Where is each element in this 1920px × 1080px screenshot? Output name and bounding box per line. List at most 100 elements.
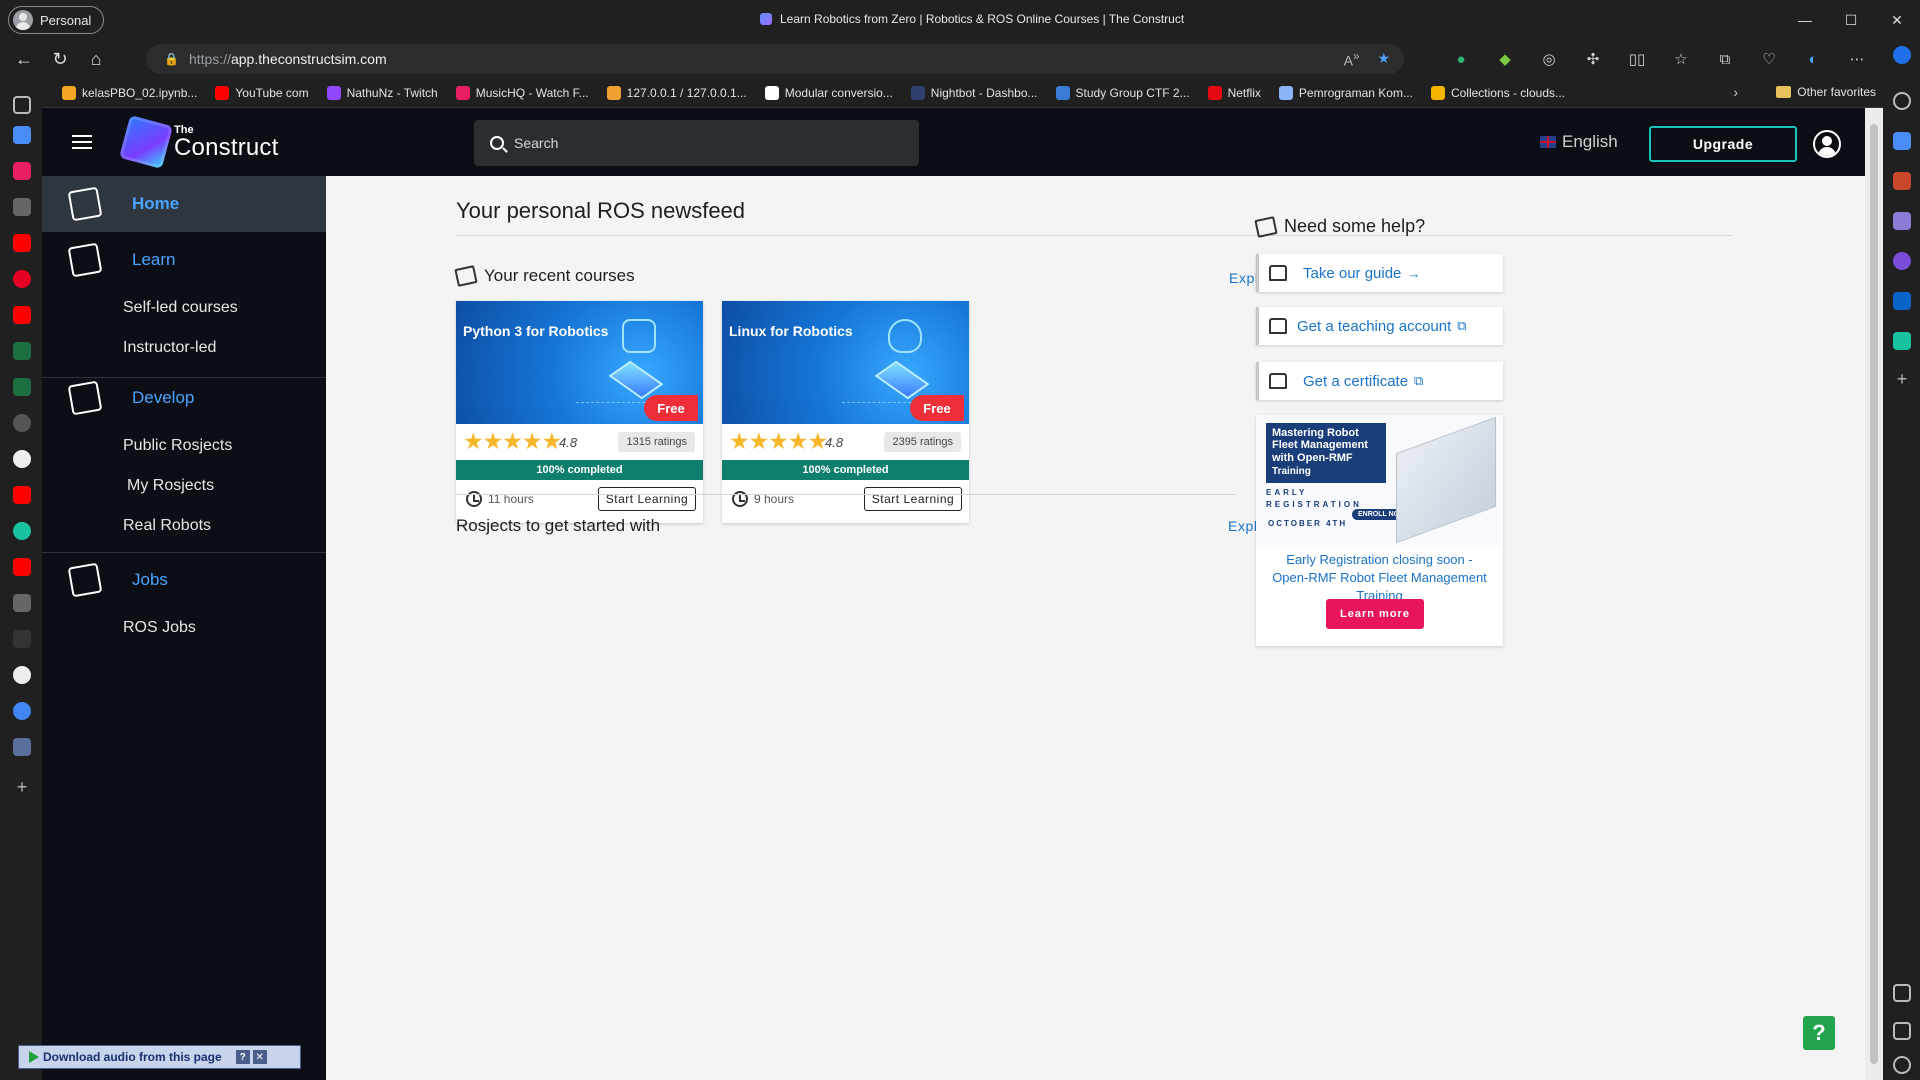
games-icon[interactable] bbox=[1893, 212, 1911, 230]
vertical-tab-pinterest-icon[interactable] bbox=[13, 270, 31, 288]
settings-gear-icon[interactable] bbox=[1893, 1056, 1911, 1074]
certificate-link[interactable]: Get a certificate ⧉ bbox=[1256, 362, 1503, 400]
language-selector[interactable]: English bbox=[1540, 132, 1618, 152]
tab-actions-icon[interactable] bbox=[13, 96, 31, 114]
favorite-link[interactable]: Pemrograman Kom... bbox=[1278, 85, 1413, 100]
home-icon[interactable]: ⌂ bbox=[78, 42, 114, 76]
vertical-tab-google-icon[interactable] bbox=[13, 702, 31, 720]
sidebar-item-real-robots[interactable]: Real Robots bbox=[42, 506, 326, 546]
sidebar-section-home[interactable]: Home bbox=[42, 176, 326, 232]
favorite-link[interactable]: kelasPBO_02.ipynb... bbox=[62, 85, 197, 100]
page-scrollbar[interactable] bbox=[1865, 108, 1883, 1080]
close-icon[interactable]: ✕ bbox=[1874, 0, 1920, 40]
refresh-icon[interactable]: ↻ bbox=[42, 42, 78, 76]
extensions-puzzle-icon[interactable]: ✣ bbox=[1578, 44, 1608, 74]
sidebar-item-jobs[interactable]: Jobs bbox=[132, 570, 168, 590]
learn-more-button[interactable]: Learn more bbox=[1326, 599, 1424, 629]
vertical-tab-youtube-icon[interactable] bbox=[13, 558, 31, 576]
vertical-tab-icon[interactable] bbox=[13, 630, 31, 648]
upgrade-button[interactable]: Upgrade bbox=[1649, 126, 1797, 162]
sidebar-item-develop[interactable]: Develop bbox=[132, 388, 194, 408]
vertical-tab-construct-icon[interactable] bbox=[13, 738, 31, 756]
minimize-icon[interactable]: — bbox=[1782, 0, 1828, 40]
more-menu-icon[interactable]: ⋯ bbox=[1842, 44, 1872, 74]
sidebar-layout-icon[interactable] bbox=[1893, 984, 1911, 1002]
favorite-link[interactable]: Netflix bbox=[1207, 85, 1261, 100]
help-small-icon[interactable]: ? bbox=[235, 1050, 250, 1064]
performance-icon[interactable]: ♡ bbox=[1754, 44, 1784, 74]
favorite-link[interactable]: Collections - clouds... bbox=[1430, 85, 1565, 100]
favorite-link[interactable]: Study Group CTF 2... bbox=[1055, 85, 1190, 100]
course-banner[interactable]: Linux for Robotics Free bbox=[722, 301, 969, 424]
vertical-tab-github-icon[interactable] bbox=[13, 414, 31, 432]
vertical-tab-youtube-icon[interactable] bbox=[13, 234, 31, 252]
copilot-icon[interactable] bbox=[1893, 252, 1911, 270]
help-question-button[interactable]: ? bbox=[1803, 1016, 1835, 1050]
download-audio-label[interactable]: Download audio from this page bbox=[43, 1050, 222, 1064]
construct-logo[interactable]: The Construct bbox=[119, 115, 279, 169]
add-sidebar-icon[interactable]: + bbox=[1893, 370, 1911, 388]
tools-icon[interactable] bbox=[1893, 172, 1911, 190]
sidebar-item-home[interactable]: Home bbox=[132, 194, 179, 214]
sidebar-item-self-led-courses[interactable]: Self-led courses bbox=[42, 288, 326, 328]
hamburger-menu-icon[interactable] bbox=[72, 135, 92, 149]
start-learning-button[interactable]: Start Learning bbox=[864, 487, 962, 511]
scrollbar-thumb[interactable] bbox=[1870, 124, 1878, 1064]
grammarly-icon[interactable]: ● bbox=[1446, 44, 1476, 74]
sidebar-item-my-rosjects[interactable]: My Rosjects bbox=[42, 466, 326, 506]
collections-icon[interactable]: ⧉ bbox=[1710, 44, 1740, 74]
extension-icon[interactable]: ◆ bbox=[1490, 44, 1520, 74]
vertical-tab-youtube-icon[interactable] bbox=[13, 486, 31, 504]
course-card[interactable]: Python 3 for Robotics Free ★★★★★ 4.8 131… bbox=[456, 301, 703, 523]
search-box[interactable] bbox=[474, 120, 919, 166]
vertical-tab-excel-icon[interactable] bbox=[13, 342, 31, 360]
extension-badge-icon[interactable]: ◎ bbox=[1534, 44, 1564, 74]
promo-image[interactable]: Mastering Robot Fleet Management with Op… bbox=[1256, 415, 1503, 545]
profile-button[interactable]: Personal bbox=[8, 6, 105, 34]
start-learning-button[interactable]: Start Learning bbox=[598, 487, 696, 511]
open-external-icon[interactable] bbox=[1893, 1022, 1911, 1040]
outlook-icon[interactable] bbox=[1893, 292, 1911, 310]
vertical-tab-github-icon[interactable] bbox=[13, 666, 31, 684]
vertical-tab-muted-icon[interactable] bbox=[13, 594, 31, 612]
favorites-icon[interactable]: ☆ bbox=[1666, 44, 1696, 74]
favorites-more-icon[interactable]: › bbox=[1733, 84, 1738, 100]
download-audio-bar[interactable]: Download audio from this page ? ✕ bbox=[18, 1045, 301, 1069]
sidebar-item-ros-jobs[interactable]: ROS Jobs bbox=[42, 608, 326, 648]
promo-text[interactable]: Early Registration closing soon - Open-R… bbox=[1256, 551, 1503, 606]
course-card[interactable]: Linux for Robotics Free ★★★★★ 4.8 2395 r… bbox=[722, 301, 969, 523]
vertical-tab-icon[interactable] bbox=[13, 126, 31, 144]
search-sidebar-icon[interactable] bbox=[1893, 92, 1911, 110]
drop-icon[interactable] bbox=[1893, 332, 1911, 350]
edge-icon[interactable]: ◐ bbox=[1798, 44, 1828, 74]
maximize-icon[interactable]: ☐ bbox=[1828, 0, 1874, 40]
new-tab-icon[interactable]: + bbox=[13, 778, 31, 796]
vertical-tab-github-icon[interactable] bbox=[13, 450, 31, 468]
sidebar-item-public-rosjects[interactable]: Public Rosjects bbox=[42, 426, 326, 466]
take-guide-link[interactable]: Take our guide → bbox=[1256, 254, 1503, 292]
address-bar[interactable]: 🔒 https:// app.theconstructsim.com A» ★ bbox=[146, 44, 1404, 74]
read-aloud-icon[interactable]: A» bbox=[1344, 50, 1360, 69]
teaching-account-link[interactable]: Get a teaching account ⧉ bbox=[1256, 307, 1503, 345]
vertical-tab-excel-icon[interactable] bbox=[13, 378, 31, 396]
favorite-link[interactable]: YouTube com bbox=[215, 85, 309, 100]
favorite-star-icon[interactable]: ★ bbox=[1377, 50, 1390, 69]
course-banner[interactable]: Python 3 for Robotics Free bbox=[456, 301, 703, 424]
shopping-icon[interactable] bbox=[1893, 132, 1911, 150]
active-tab[interactable]: Learn Robotics from Zero | Robotics & RO… bbox=[760, 12, 1184, 26]
favorite-link[interactable]: Modular conversio... bbox=[764, 85, 893, 100]
favorite-link[interactable]: Nightbot - Dashbo... bbox=[910, 85, 1038, 100]
sidebar-item-instructor-led[interactable]: Instructor-led bbox=[42, 328, 326, 368]
favorite-link[interactable]: NathuNz - Twitch bbox=[326, 85, 438, 100]
vertical-tab-icon[interactable] bbox=[13, 162, 31, 180]
back-icon[interactable]: ← bbox=[6, 42, 42, 76]
favorite-link[interactable]: MusicHQ - Watch F... bbox=[455, 85, 589, 100]
vertical-tab-chatgpt-icon[interactable] bbox=[13, 522, 31, 540]
split-screen-icon[interactable]: ▯▯ bbox=[1622, 44, 1652, 74]
vertical-tab-youtube-icon[interactable] bbox=[13, 306, 31, 324]
bing-chat-icon[interactable] bbox=[1893, 46, 1911, 64]
favorite-link[interactable]: 127.0.0.1 / 127.0.0.1... bbox=[606, 85, 747, 100]
sidebar-item-learn[interactable]: Learn bbox=[132, 250, 175, 270]
close-small-icon[interactable]: ✕ bbox=[252, 1050, 267, 1064]
user-avatar-icon[interactable] bbox=[1813, 130, 1841, 158]
